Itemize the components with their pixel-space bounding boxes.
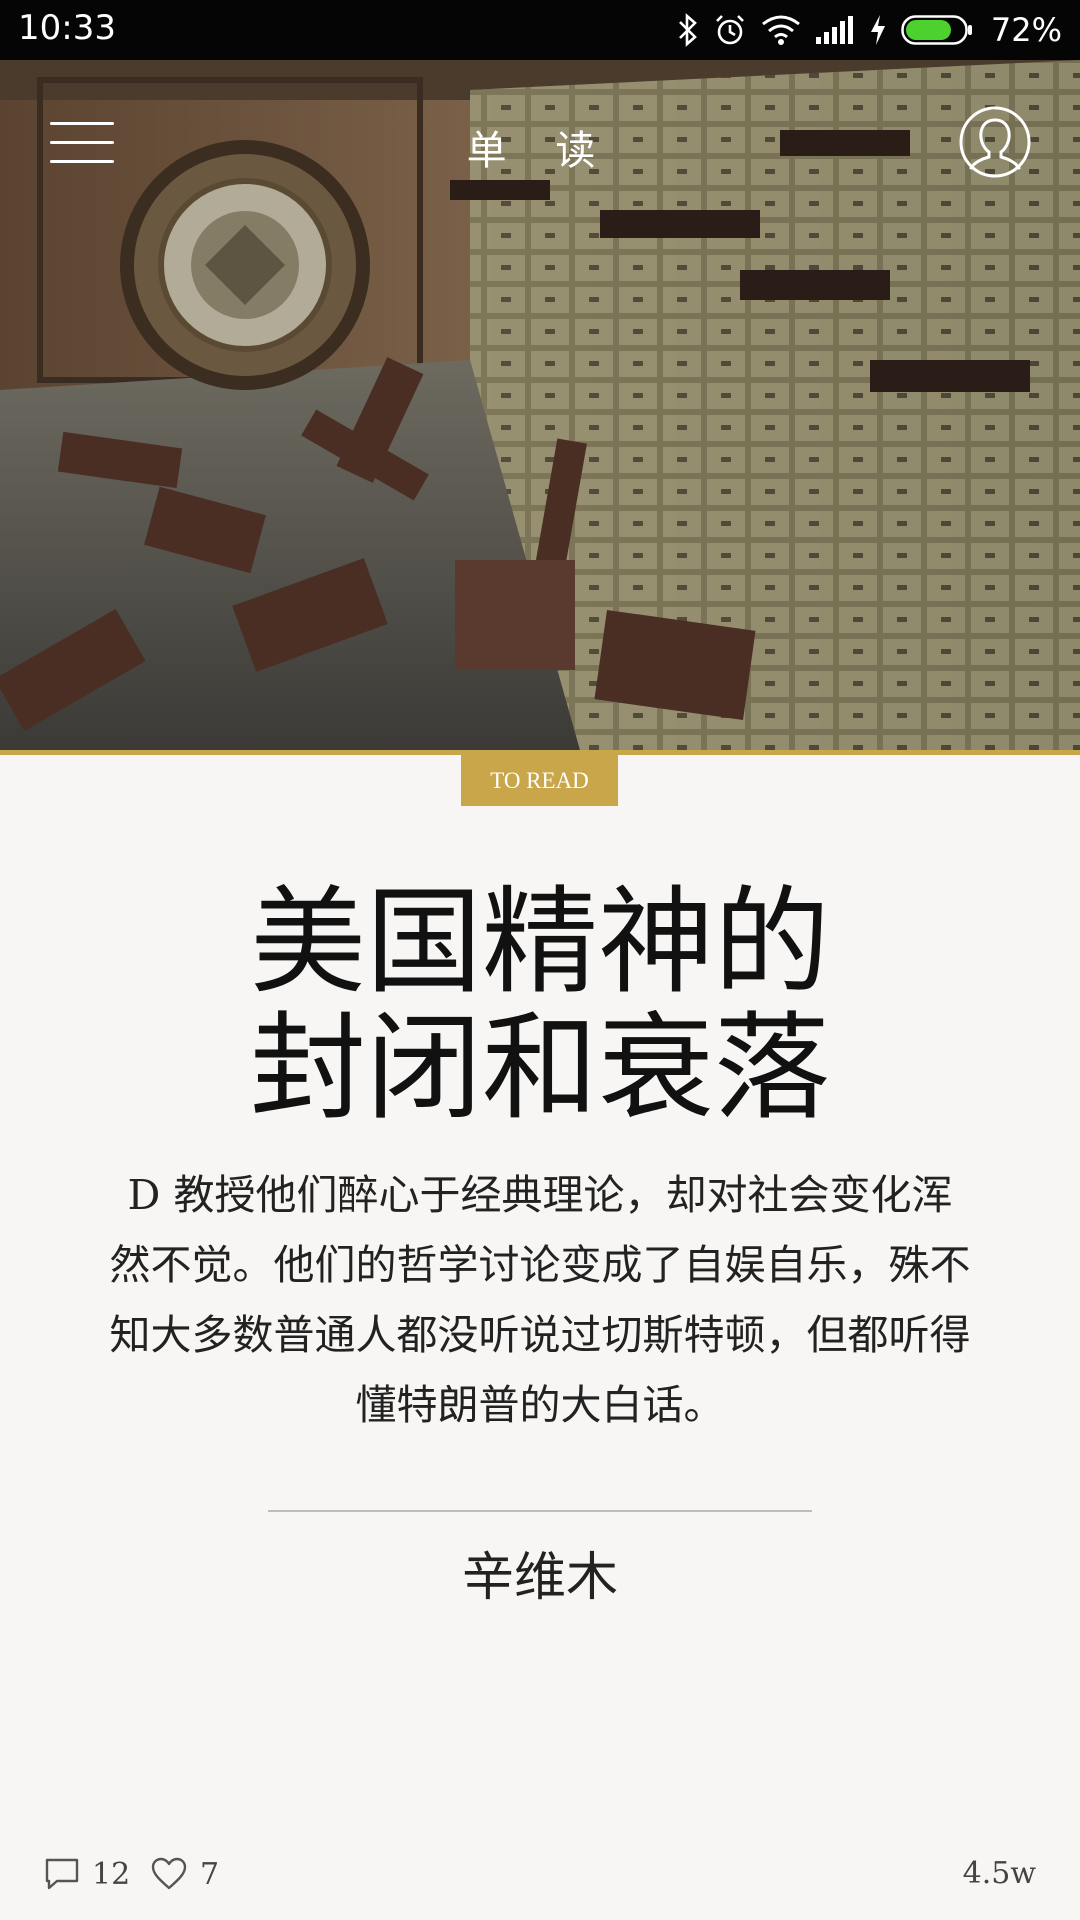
- word-count: 4.5w: [962, 1856, 1036, 1891]
- bluetooth-icon: [678, 13, 697, 47]
- article-title-line-2: 封闭和衰落: [250, 1001, 830, 1136]
- comments-button[interactable]: 12: [44, 1848, 130, 1900]
- charging-icon: [870, 15, 885, 45]
- status-time: 10:33: [18, 8, 116, 48]
- comment-count: 12: [92, 1856, 131, 1892]
- app-brand-title: 单 读: [466, 128, 614, 174]
- wifi-icon: [761, 15, 800, 45]
- signal-icon: [815, 16, 853, 44]
- article-title[interactable]: 美国精神的 封闭和衰落: [90, 880, 990, 1132]
- article-author[interactable]: 辛维木: [0, 1535, 1080, 1610]
- user-profile-icon: [959, 106, 1031, 178]
- like-button[interactable]: 7: [150, 1848, 219, 1900]
- battery-percent: 72%: [990, 11, 1062, 49]
- status-icons: 72%: [677, 6, 1062, 54]
- article-title-line-1: 美国精神的: [250, 875, 830, 1010]
- battery-icon: [901, 15, 972, 45]
- hero-image[interactable]: 单 读: [0, 60, 1080, 750]
- comment-icon: [45, 1858, 79, 1890]
- like-count: 7: [200, 1856, 220, 1892]
- status-bar: 10:33 72%: [0, 0, 1080, 60]
- heart-icon: [151, 1857, 187, 1890]
- author-divider: [268, 1510, 812, 1512]
- alarm-icon: [715, 15, 744, 45]
- article-footer: 12 7 4.5w: [0, 1848, 1080, 1900]
- profile-button[interactable]: [959, 106, 1031, 178]
- article-excerpt[interactable]: D 教授他们醉心于经典理论，却对社会变化浑然不觉。他们的哲学讨论变成了自娱自乐，…: [108, 1160, 972, 1440]
- category-tag[interactable]: TO READ: [461, 755, 618, 806]
